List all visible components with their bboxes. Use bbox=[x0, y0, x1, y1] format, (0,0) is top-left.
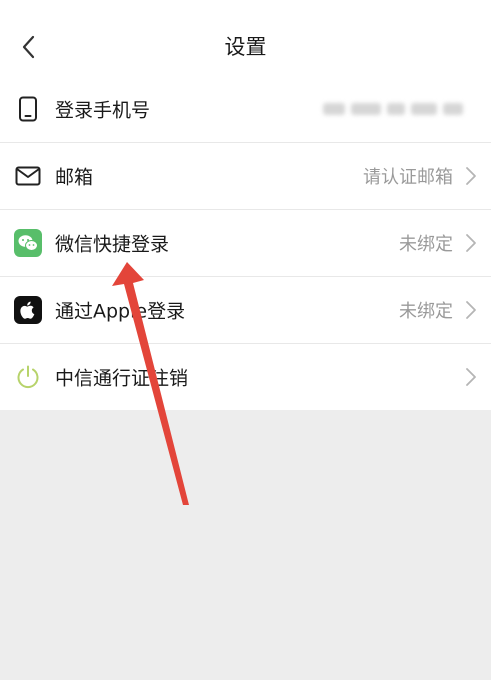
row-apple-login[interactable]: 通过Apple登录 未绑定 bbox=[0, 277, 491, 344]
chevron-right-icon bbox=[466, 368, 476, 386]
settings-list: 登录手机号 邮箱 请认证邮箱 微信快捷登录 未绑定 通过Apple登录 未绑定 … bbox=[0, 76, 491, 410]
row-label: 微信快捷登录 bbox=[55, 233, 170, 256]
wechat-icon bbox=[14, 229, 42, 257]
row-wechat-login[interactable]: 微信快捷登录 未绑定 bbox=[0, 210, 491, 277]
apple-icon bbox=[14, 296, 42, 324]
chevron-right-icon bbox=[466, 234, 476, 252]
mail-icon bbox=[14, 162, 42, 190]
phone-icon bbox=[14, 95, 42, 123]
row-value: 未绑定 bbox=[399, 301, 453, 322]
row-label: 通过Apple登录 bbox=[55, 300, 186, 323]
row-label: 邮箱 bbox=[55, 166, 94, 189]
row-email[interactable]: 邮箱 请认证邮箱 bbox=[0, 143, 491, 210]
row-login-phone[interactable]: 登录手机号 bbox=[0, 76, 491, 143]
row-value: 未绑定 bbox=[399, 234, 453, 255]
row-label: 中信通行证注销 bbox=[55, 367, 189, 390]
page-title: 设置 bbox=[224, 35, 267, 59]
row-label: 登录手机号 bbox=[55, 99, 151, 122]
chevron-right-icon bbox=[466, 167, 476, 185]
nav-bar: 设置 bbox=[0, 0, 491, 76]
phone-number-redacted bbox=[323, 100, 473, 118]
power-icon bbox=[14, 363, 42, 391]
row-value: 请认证邮箱 bbox=[363, 167, 453, 188]
chevron-right-icon bbox=[466, 301, 476, 319]
row-account-cancel[interactable]: 中信通行证注销 bbox=[0, 344, 491, 410]
